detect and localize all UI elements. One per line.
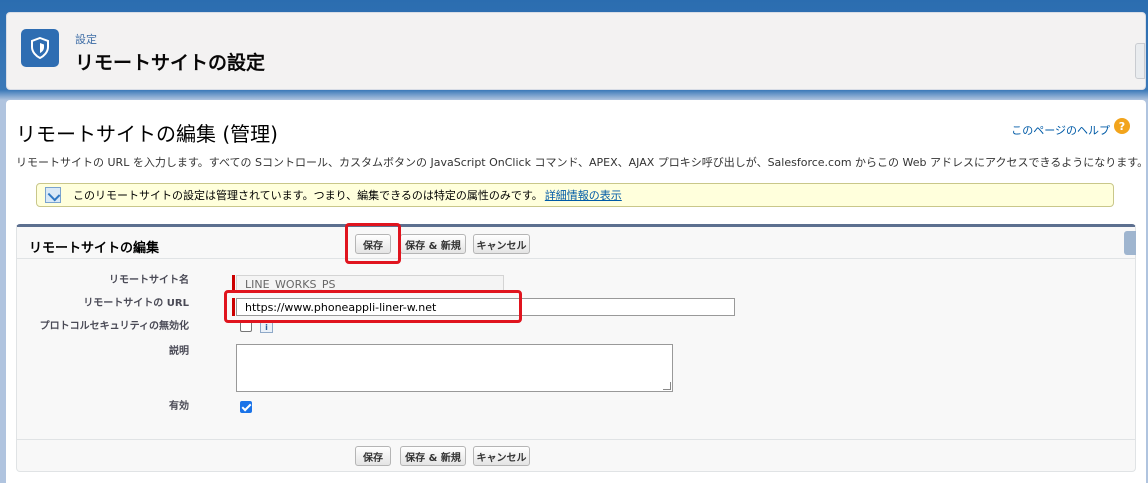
url-label: リモートサイトの URL [83, 298, 189, 309]
save-new-button-top[interactable]: 保存 & 新規 [400, 234, 466, 254]
page-title: リモートサイトの編集 (管理) [16, 122, 278, 146]
url-highlight-box [224, 290, 522, 323]
edit-section: リモートサイトの編集 保存 保存 & 新規 キャンセル リモートサイト名 LIN… [16, 224, 1136, 472]
resize-handle[interactable] [663, 382, 671, 390]
section-header: リモートサイトの編集 保存 保存 & 新規 キャンセル [17, 227, 1136, 259]
details-link[interactable]: 詳細情報の表示 [545, 187, 622, 203]
save-new-button-bottom[interactable]: 保存 & 新規 [400, 446, 466, 466]
disable-protocol-label: プロトコルセキュリティの無効化 [39, 321, 189, 332]
description-textarea[interactable] [236, 344, 673, 392]
active-checkbox[interactable] [240, 401, 252, 413]
download-icon [45, 187, 61, 203]
main-content: リモートサイトの編集 (管理) このページのヘルプ ? リモートサイトの URL… [6, 100, 1148, 483]
save-highlight-box [345, 223, 401, 264]
save-button-bottom[interactable]: 保存 [355, 446, 391, 466]
active-label: 有効 [169, 401, 189, 412]
collapse-tab[interactable] [1124, 231, 1136, 255]
scroll-handle[interactable] [1135, 43, 1145, 79]
help-link[interactable]: このページのヘルプ [1011, 122, 1110, 138]
shield-icon [21, 29, 59, 67]
divider [17, 439, 1135, 440]
notice-text: このリモートサイトの設定は管理されています。つまり、編集できるのは特定の属性のみ… [73, 189, 543, 202]
description-label: 説明 [169, 346, 189, 357]
help-icon[interactable]: ? [1114, 118, 1130, 134]
setup-header: 設定 リモートサイトの設定 [6, 12, 1146, 90]
cancel-button-top[interactable]: キャンセル [473, 234, 530, 254]
header-title: リモートサイトの設定 [75, 52, 266, 74]
breadcrumb[interactable]: 設定 [75, 31, 97, 47]
page-description: リモートサイトの URL を入力します。すべての Sコントロール、カスタムボタン… [16, 156, 1148, 169]
managed-notice: このリモートサイトの設定は管理されています。つまり、編集できるのは特定の属性のみ… [36, 183, 1114, 207]
cancel-button-bottom[interactable]: キャンセル [473, 446, 530, 466]
section-title: リモートサイトの編集 [29, 241, 160, 256]
name-label: リモートサイト名 [109, 275, 189, 286]
